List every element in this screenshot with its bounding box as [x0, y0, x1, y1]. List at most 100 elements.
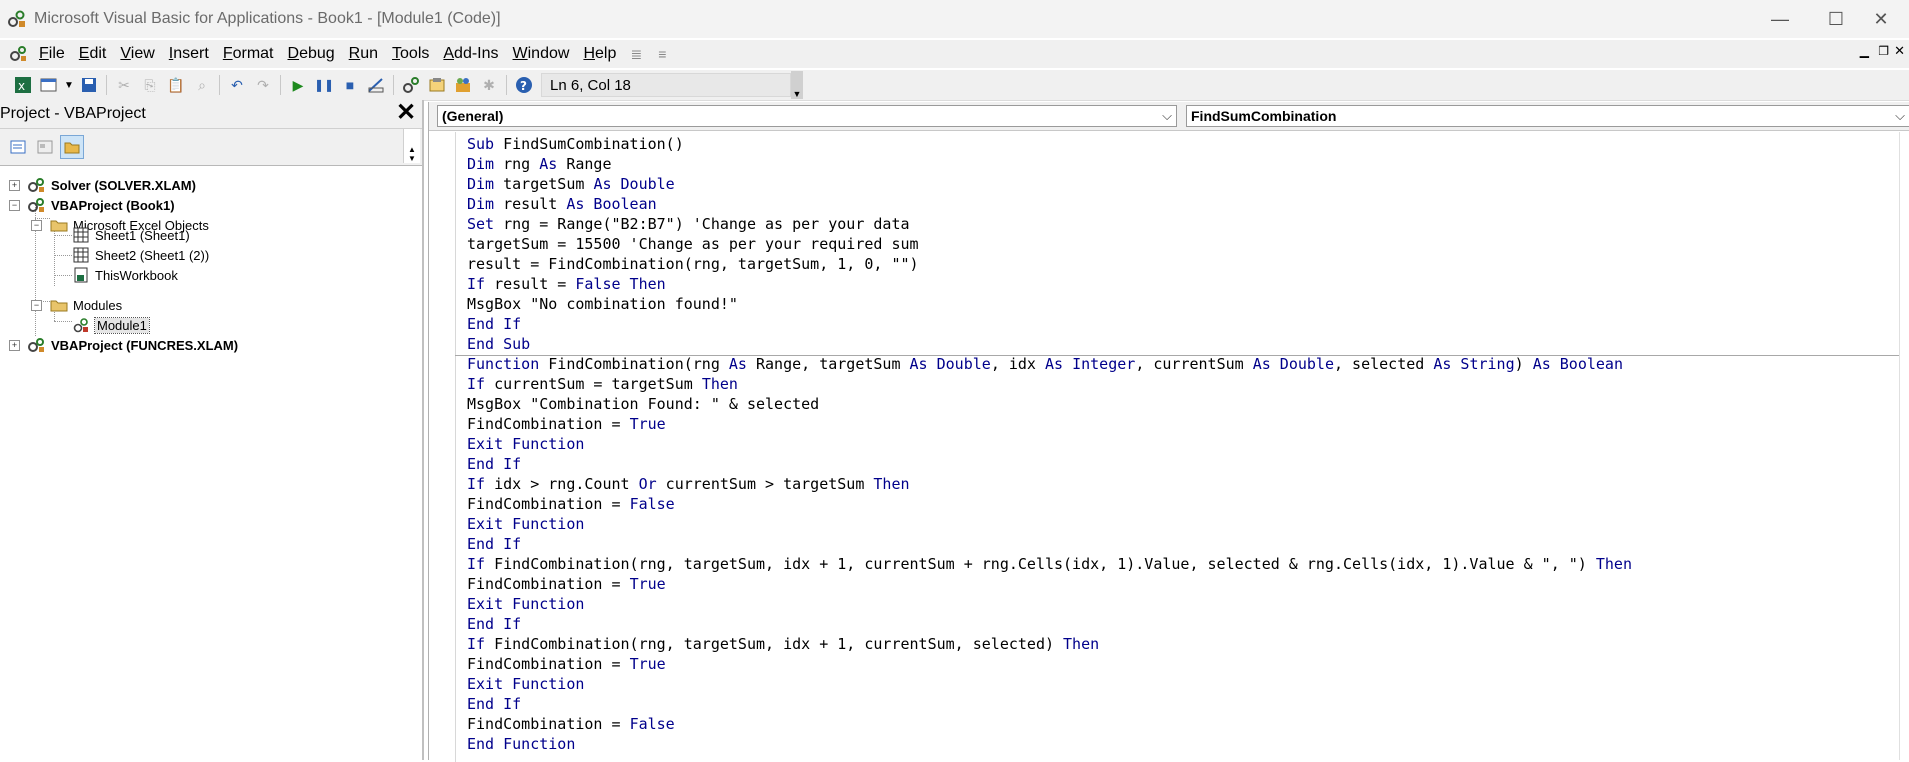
cut-icon[interactable]: ✂ [111, 72, 137, 98]
svg-text:?: ? [520, 79, 527, 93]
code-line: Function FindCombination(rng As Range, t… [467, 355, 1623, 373]
view-object-icon[interactable] [33, 135, 57, 159]
folder-icon [50, 217, 68, 233]
tree-item-module1[interactable]: Module1 [72, 315, 150, 335]
code-line: MsgBox "Combination Found: " & selected [467, 395, 820, 413]
code-editor[interactable]: Sub FindSumCombination() Dim rng As Range… [467, 134, 1632, 754]
help-icon[interactable]: ? [511, 72, 537, 98]
code-combos: (General) ⌵ FindSumCombination ⌵ [429, 102, 1909, 131]
code-line: If FindCombination(rng, targetSum, idx +… [467, 555, 1632, 573]
project-explorer: Project - VBAProject ✕ ▲ ▼ + Solver (SOLV… [0, 100, 424, 760]
worksheet-icon [72, 247, 90, 263]
collapse-book1-icon[interactable]: − [9, 200, 20, 211]
outdent-icon[interactable]: ≡ [649, 41, 675, 67]
code-line: End If [467, 455, 522, 473]
tree-item-solver[interactable]: Solver (SOLVER.XLAM) [28, 175, 196, 195]
run-icon[interactable]: ▶ [285, 72, 311, 98]
toolbar-options-icon[interactable]: ▼ [791, 71, 803, 99]
vba-menu-icon[interactable] [6, 41, 32, 67]
procedure-combo[interactable]: FindSumCombination ⌵ [1186, 105, 1909, 127]
code-line: Dim rng As Range [467, 155, 612, 173]
menu-view[interactable]: View [113, 40, 161, 68]
undo-icon[interactable]: ↶ [224, 72, 250, 98]
module-icon [72, 317, 90, 333]
find-icon[interactable]: ⌕ [189, 72, 215, 98]
code-line: result = FindCombination(rng, targetSum,… [467, 255, 919, 273]
menu-file[interactable]: File [32, 40, 72, 68]
code-line: End Sub [467, 335, 531, 353]
tree-item-sheet1[interactable]: Sheet1 (Sheet1) [72, 225, 190, 245]
insert-dropdown-icon[interactable]: ▼ [62, 72, 76, 98]
mdi-minimize-icon[interactable]: ▁ [1860, 44, 1869, 58]
project-explorer-icon[interactable] [398, 72, 424, 98]
object-combo[interactable]: (General) ⌵ [437, 105, 1177, 127]
code-line: Sub FindSumCombination() [467, 135, 684, 153]
worksheet-icon [72, 227, 90, 243]
copy-icon[interactable]: ⎘ [137, 72, 163, 98]
code-line: Exit Function [467, 595, 585, 613]
project-explorer-header: Project - VBAProject ✕ [0, 100, 422, 129]
code-line: targetSum = 15500 'Change as per your re… [467, 235, 919, 253]
project-tree: + Solver (SOLVER.XLAM) − VBAProject (Boo… [0, 166, 422, 353]
menu-edit[interactable]: Edit [72, 40, 114, 68]
properties-window-icon[interactable] [424, 72, 450, 98]
view-code-icon[interactable] [6, 135, 30, 159]
paste-icon[interactable]: 📋 [163, 72, 189, 98]
collapse-excel-objects-icon[interactable]: − [31, 220, 42, 231]
project-explorer-toolbar: ▲ ▼ [0, 129, 422, 166]
vba-project-icon [28, 177, 46, 193]
insert-userform-icon[interactable] [36, 72, 62, 98]
vba-app-icon [6, 8, 28, 30]
code-line: FindCombination = True [467, 655, 666, 673]
save-icon[interactable] [76, 72, 102, 98]
reset-icon[interactable]: ■ [337, 72, 363, 98]
tree-item-thisworkbook[interactable]: ThisWorkbook [72, 265, 178, 285]
indent-icon[interactable]: ≣ [623, 41, 649, 67]
expand-solver-icon[interactable]: + [9, 180, 20, 191]
menu-add-ins[interactable]: Add-Ins [436, 40, 505, 68]
code-margin-indicator-bar[interactable] [429, 132, 456, 762]
chevron-down-icon: ⌵ [1895, 108, 1905, 123]
tree-scroll-arrows[interactable]: ▲ ▼ [403, 129, 420, 163]
toggle-folders-icon[interactable] [60, 135, 84, 159]
code-line: Exit Function [467, 675, 585, 693]
collapse-modules-icon[interactable]: − [31, 300, 42, 311]
code-line: If result = False Then [467, 275, 666, 293]
code-line: FindCombination = True [467, 415, 666, 433]
workbook-icon [72, 267, 90, 283]
close-button[interactable]: ✕ [1853, 0, 1909, 38]
project-close-icon[interactable]: ✕ [394, 101, 418, 126]
menu-window[interactable]: Window [506, 40, 577, 68]
toolbox-icon[interactable]: ✱ [476, 72, 502, 98]
menu-run[interactable]: Run [342, 40, 385, 68]
tree-item-modules[interactable]: Modules [50, 295, 122, 315]
redo-icon[interactable]: ↷ [250, 72, 276, 98]
menu-help[interactable]: Help [576, 40, 623, 68]
expand-funcres-icon[interactable]: + [9, 340, 20, 351]
title-bar: Microsoft Visual Basic for Applications … [0, 0, 1909, 38]
vba-project-icon [28, 197, 46, 213]
code-line: End If [467, 315, 522, 333]
tree-item-sheet2[interactable]: Sheet2 (Sheet1 (2)) [72, 245, 209, 265]
code-line: End If [467, 615, 522, 633]
menu-bar: File Edit View Insert Format Debug Run Tools Add… [0, 40, 1909, 68]
menu-tools[interactable]: Tools [385, 40, 436, 68]
vba-project-icon [28, 337, 46, 353]
tree-item-funcres[interactable]: VBAProject (FUNCRES.XLAM) [28, 335, 238, 355]
code-line: If currentSum = targetSum Then [467, 375, 738, 393]
mdi-restore-icon[interactable]: ❐ [1878, 44, 1889, 58]
code-vertical-scrollbar[interactable] [1899, 132, 1909, 760]
menu-insert[interactable]: Insert [162, 40, 216, 68]
minimize-button[interactable]: — [1752, 0, 1808, 38]
tree-item-vbaproject-book1[interactable]: VBAProject (Book1) [28, 195, 175, 215]
view-excel-icon[interactable]: x [10, 72, 36, 98]
object-browser-icon[interactable] [450, 72, 476, 98]
window-title: Microsoft Visual Basic for Applications … [34, 10, 501, 27]
design-mode-icon[interactable] [363, 72, 389, 98]
project-explorer-title: Project - VBAProject [0, 105, 146, 122]
mdi-close-icon[interactable]: ✕ [1894, 43, 1905, 59]
code-line: FindCombination = True [467, 575, 666, 593]
break-icon[interactable]: ❚❚ [311, 72, 337, 98]
menu-format[interactable]: Format [216, 40, 281, 68]
menu-debug[interactable]: Debug [281, 40, 342, 68]
